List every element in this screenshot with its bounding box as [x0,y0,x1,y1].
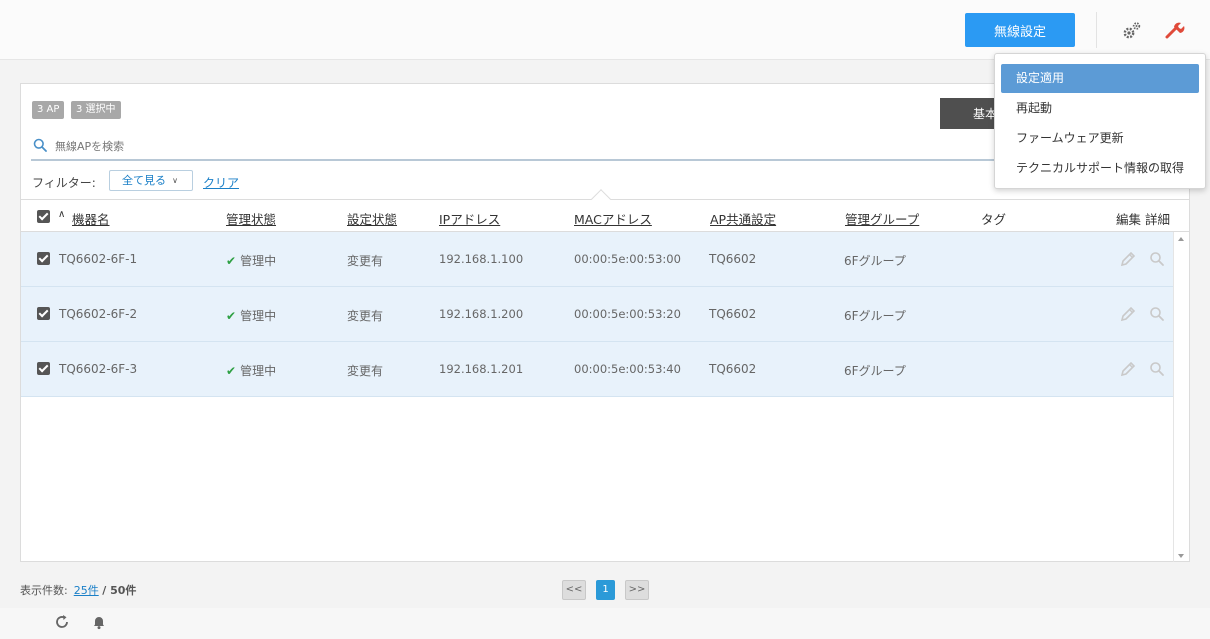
per-page-link[interactable]: 25件 [74,584,99,597]
row-group: 6Fグループ [844,364,906,378]
pager-current-page[interactable]: 1 [596,580,615,600]
row-config-status: 変更有 [347,309,384,323]
row-mgmt-status-text: 管理中 [240,254,277,268]
detail-search-icon[interactable] [1148,360,1166,378]
row-ip: 192.168.1.100 [439,252,524,266]
row-mgmt-status: ✔ 管理中 [226,307,276,324]
table-row[interactable]: TQ6602-6F-3 ✔ 管理中 変更有 192.168.1.201 00:00… [21,342,1173,397]
selected-count-badge: 3 選択中 [71,101,121,119]
row-mgmt-status: ✔ 管理中 [226,252,276,269]
row-group: 6Fグループ [844,309,906,323]
row-mgmt-status-text: 管理中 [240,309,277,323]
check-icon: ✔ [226,364,237,378]
detail-search-icon[interactable] [1148,305,1166,323]
row-checkbox[interactable] [37,252,50,265]
sort-asc-icon[interactable]: ∧ [58,209,65,220]
search-input[interactable] [55,136,855,156]
row-mac: 00:00:5e:00:53:20 [574,307,681,321]
row-ip: 192.168.1.201 [439,362,524,376]
menu-item-apply-settings[interactable]: 設定適用 [1001,64,1199,93]
row-ap-common: TQ6602 [709,307,757,321]
filter-clear-link[interactable]: クリア [203,174,239,191]
top-bar: 無線設定 [0,0,1210,60]
bell-icon[interactable] [91,614,107,630]
filter-select[interactable]: 全て見る ∨ [109,170,193,191]
row-ap-common: TQ6602 [709,252,757,266]
table-row[interactable]: TQ6602-6F-1 ✔ 管理中 変更有 192.168.1.100 00:00… [21,232,1173,287]
row-checkbox[interactable] [37,362,50,375]
column-mgmt-status[interactable]: 管理状態 [226,209,276,228]
check-icon: ✔ [226,309,237,323]
pager-next-button[interactable]: >> [625,580,649,600]
table-body: TQ6602-6F-1 ✔ 管理中 変更有 192.168.1.100 00:00… [21,232,1173,397]
display-count-label: 表示件数: [20,584,68,597]
toolbar-divider [1096,12,1097,48]
row-mgmt-status: ✔ 管理中 [226,362,276,379]
chevron-down-icon: ∨ [172,176,178,185]
display-count: 表示件数: 25件 / 50件 [20,582,136,598]
row-checkbox[interactable] [37,307,50,320]
edit-pencil-icon[interactable] [1119,250,1137,268]
filter-label: フィルター: [32,176,96,190]
table-scrollbar[interactable] [1173,232,1189,562]
column-mac[interactable]: MACアドレス [574,209,652,228]
pager-prev-button[interactable]: << [562,580,586,600]
search-icon [33,138,47,152]
column-edit: 編集 [1116,212,1142,227]
row-ip: 192.168.1.200 [439,307,524,321]
bottom-bar [0,608,1210,639]
wrench-icon[interactable] [1163,19,1185,41]
wireless-settings-button[interactable]: 無線設定 [965,13,1075,47]
total-count: / 50件 [102,584,137,597]
row-mgmt-status-text: 管理中 [240,364,277,378]
column-ap-common[interactable]: AP共通設定 [710,209,776,228]
menu-item-restart[interactable]: 再起動 [1001,94,1199,123]
column-detail: 詳細 [1145,212,1171,227]
row-group: 6Fグループ [844,254,906,268]
row-name: TQ6602-6F-3 [59,362,138,376]
column-config-status[interactable]: 設定状態 [347,209,397,228]
filter-select-value: 全て見る [122,174,166,187]
check-icon: ✔ [226,254,237,268]
edit-pencil-icon[interactable] [1119,305,1137,323]
row-mac: 00:00:5e:00:53:00 [574,252,681,266]
row-name: TQ6602-6F-1 [59,252,138,266]
ap-count-badge: 3 AP [32,101,65,119]
row-name: TQ6602-6F-2 [59,307,138,321]
edit-pencil-icon[interactable] [1119,360,1137,378]
detail-search-icon[interactable] [1148,250,1166,268]
column-tag: タグ [981,212,1007,227]
maintenance-dropdown-menu: 設定適用 再起動 ファームウェア更新 テクニカルサポート情報の取得 [994,53,1206,189]
select-all-checkbox[interactable] [37,210,50,223]
row-mac: 00:00:5e:00:53:40 [574,362,681,376]
row-config-status: 変更有 [347,364,384,378]
row-config-status: 変更有 [347,254,384,268]
column-ip[interactable]: IPアドレス [439,209,500,228]
column-name[interactable]: 機器名 [72,209,110,228]
scroll-up-icon[interactable] [1178,237,1184,241]
table-row[interactable]: TQ6602-6F-2 ✔ 管理中 変更有 192.168.1.200 00:00… [21,287,1173,342]
menu-item-tech-support[interactable]: テクニカルサポート情報の取得 [1001,154,1199,183]
menu-item-firmware-update[interactable]: ファームウェア更新 [1001,124,1199,153]
row-ap-common: TQ6602 [709,362,757,376]
scroll-down-icon[interactable] [1178,554,1184,558]
column-group[interactable]: 管理グループ [845,209,919,228]
gears-icon[interactable] [1121,20,1143,42]
refresh-icon[interactable] [54,614,70,630]
